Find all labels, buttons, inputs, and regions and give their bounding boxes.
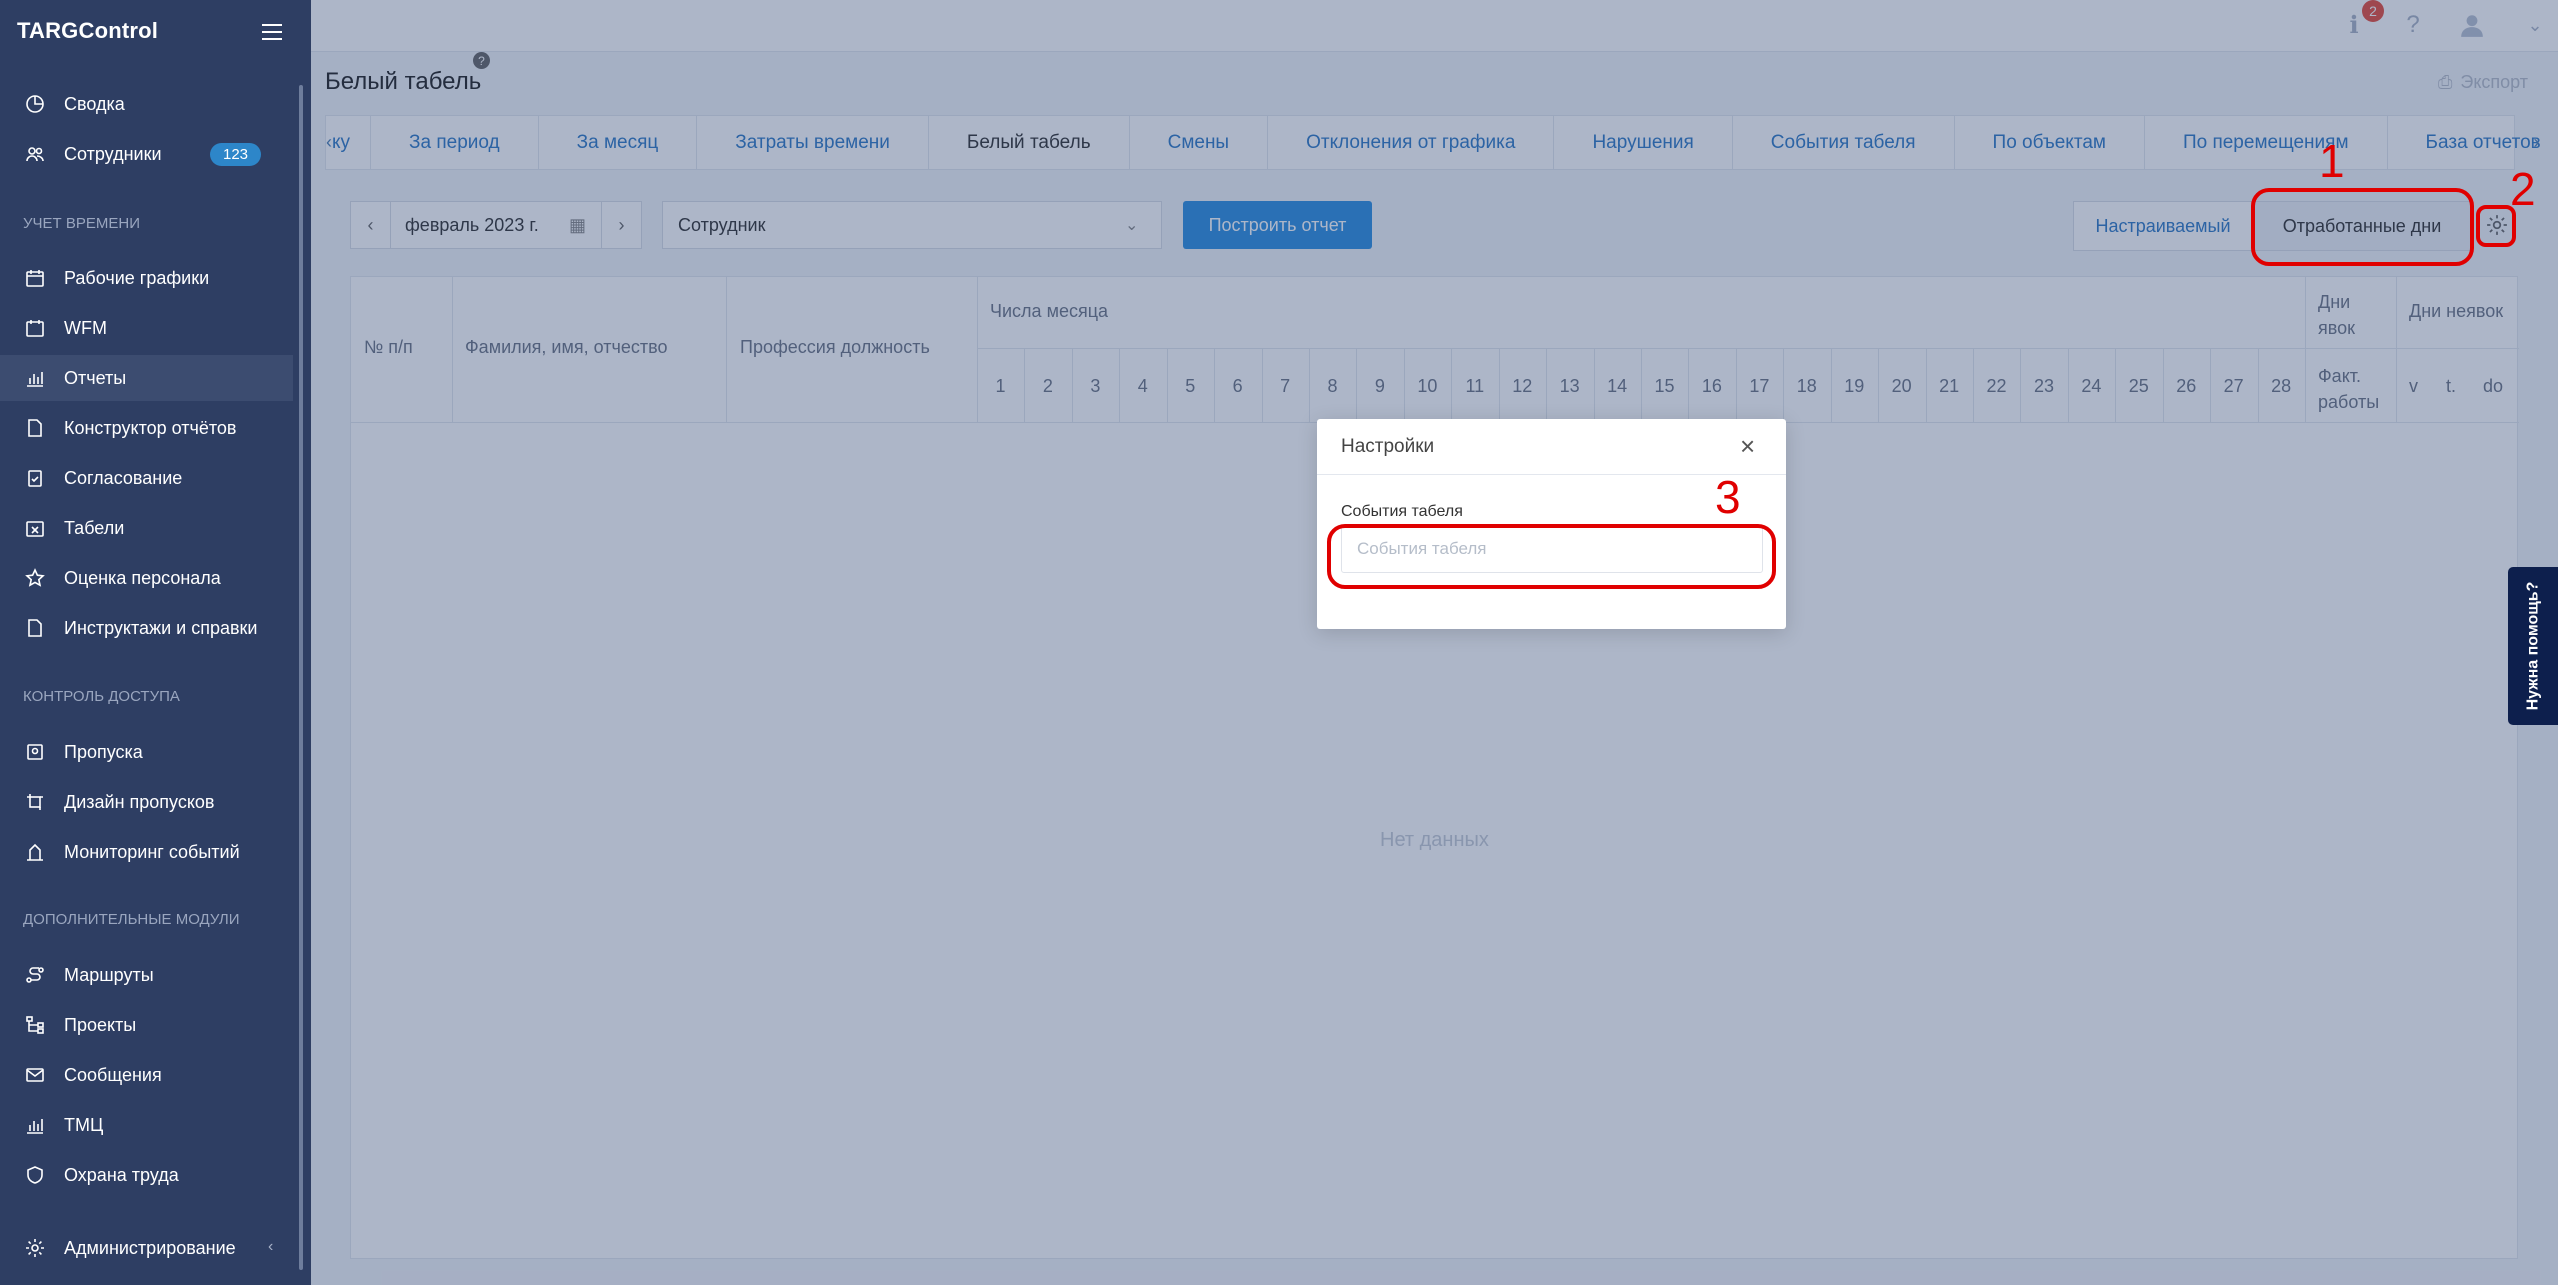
sidebar-item-label: Мониторинг событий (64, 841, 240, 862)
tree-icon (24, 1014, 46, 1036)
sidebar-item-label: Конструктор отчётов (64, 417, 237, 438)
sidebar-item-label: Администрирование (64, 1237, 236, 1258)
close-icon[interactable]: × (1740, 433, 1755, 459)
sidebar-section-time: Учет времени (23, 215, 140, 232)
clipboard-check-icon (24, 467, 46, 489)
need-help-tab[interactable]: Нужна помощь? (2508, 567, 2558, 725)
sidebar: TARGControl Сводка Сотрудники 123 Учет в… (0, 0, 311, 1285)
sidebar-item-staff-evaluation[interactable]: Оценка персонала (0, 555, 293, 601)
mail-icon (24, 1064, 46, 1086)
sidebar-item-messages[interactable]: Сообщения (0, 1052, 293, 1098)
sidebar-item-event-monitoring[interactable]: Мониторинг событий (0, 829, 293, 875)
modal-backdrop[interactable] (311, 0, 2558, 1285)
sidebar-item-label: Охрана труда (64, 1164, 179, 1185)
design-icon (24, 791, 46, 813)
sidebar-item-routes[interactable]: Маршруты (0, 952, 293, 998)
annotation-number-3: 3 (1715, 471, 1741, 523)
sidebar-section-access: Контроль доступа (23, 688, 180, 705)
star-icon (24, 567, 46, 589)
sidebar-item-approval[interactable]: Согласование (0, 455, 293, 501)
sidebar-item-pass-design[interactable]: Дизайн пропусков (0, 779, 293, 825)
annotation-box-1 (2251, 188, 2474, 266)
sidebar-item-passes[interactable]: Пропуска (0, 729, 293, 775)
sidebar-item-label: Проекты (64, 1014, 137, 1035)
sidebar-item-label: Маршруты (64, 964, 154, 985)
timesheet-events-label: События табеля (1341, 503, 1463, 520)
document-icon (24, 417, 46, 439)
sidebar-item-timesheets[interactable]: Табели (0, 505, 293, 551)
sidebar-item-label: Табели (64, 517, 125, 538)
calendar-check-icon (24, 317, 46, 339)
sidebar-item-reports[interactable]: Отчеты (0, 355, 293, 401)
sidebar-item-label: WFM (64, 317, 107, 338)
route-icon (24, 964, 46, 986)
modal-title: Настройки (1341, 436, 1435, 457)
badge-icon (24, 741, 46, 763)
brand-logo[interactable]: TARGControl (17, 18, 158, 44)
annotation-number-1: 1 (2319, 135, 2345, 187)
sidebar-item-inventory[interactable]: ТМЦ (0, 1102, 293, 1148)
sidebar-item-employees[interactable]: Сотрудники 123 (0, 131, 293, 177)
sidebar-item-label: Инструктажи и справки (64, 617, 258, 638)
sidebar-item-summary[interactable]: Сводка (0, 81, 293, 127)
monitor-icon (24, 841, 46, 863)
sidebar-item-administration[interactable]: Администрирование (0, 1225, 293, 1271)
calendar-icon (24, 267, 46, 289)
sidebar-item-label: Согласование (64, 467, 183, 488)
sidebar-scrollbar[interactable] (299, 85, 303, 1270)
sidebar-item-label: Оценка персонала (64, 567, 221, 588)
annotation-number-2: 2 (2510, 163, 2536, 215)
annotation-box-3 (1327, 524, 1776, 589)
sidebar-item-label: Сообщения (64, 1064, 162, 1085)
sidebar-item-label: Дизайн пропусков (64, 791, 215, 812)
need-help-label: Нужна помощь? (2524, 581, 2542, 711)
chevron-left-icon[interactable]: ‹ (268, 1238, 273, 1256)
sidebar-item-label: Сотрудники (64, 143, 162, 164)
sidebar-item-labor-safety[interactable]: Охрана труда (0, 1152, 293, 1198)
sidebar-item-report-builder[interactable]: Конструктор отчётов (0, 405, 293, 451)
gear-icon (24, 1237, 46, 1259)
sidebar-item-work-schedules[interactable]: Рабочие графики (0, 255, 293, 301)
sidebar-item-label: ТМЦ (64, 1114, 104, 1135)
sidebar-item-label: Отчеты (64, 367, 127, 388)
hamburger-menu-icon[interactable] (262, 24, 282, 40)
sidebar-item-wfm[interactable]: WFM (0, 305, 293, 351)
pie-chart-icon (24, 93, 46, 115)
sidebar-item-label: Пропуска (64, 741, 143, 762)
sidebar-item-briefings[interactable]: Инструктажи и справки (0, 605, 293, 651)
users-icon (24, 143, 46, 165)
employee-count-badge: 123 (210, 143, 262, 166)
calendar-x-icon (24, 517, 46, 539)
sidebar-item-label: Рабочие графики (64, 267, 210, 288)
sidebar-item-projects[interactable]: Проекты (0, 1002, 293, 1048)
file-icon (24, 617, 46, 639)
sidebar-item-label: Сводка (64, 93, 125, 114)
chart-icon (24, 1114, 46, 1136)
shield-icon (24, 1164, 46, 1186)
bar-chart-icon (24, 367, 46, 389)
sidebar-section-modules: Дополнительные модули (23, 911, 240, 928)
